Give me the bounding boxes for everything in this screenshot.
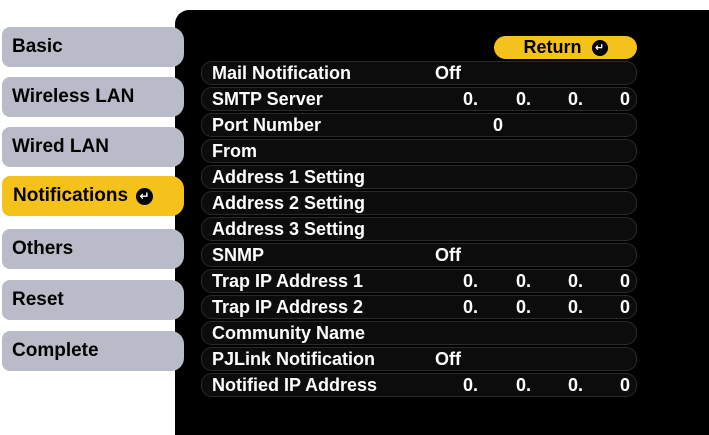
- ip-octet: 0: [620, 271, 631, 291]
- tab-reset[interactable]: Reset: [2, 280, 184, 320]
- setting-label: Port Number: [212, 115, 322, 135]
- ip-octet: 0.: [516, 271, 532, 291]
- setting-label: Community Name: [212, 323, 366, 343]
- tab-basic[interactable]: Basic: [2, 27, 184, 67]
- setting-label: Address 3 Setting: [212, 219, 366, 239]
- setting-smtp-server[interactable]: SMTP Server 0. 0. 0. 0: [201, 87, 637, 111]
- setting-label: Address 2 Setting: [212, 193, 366, 213]
- setting-trap-ip-1[interactable]: Trap IP Address 1 0. 0. 0. 0: [201, 269, 637, 293]
- enter-icon: ↵: [136, 187, 154, 205]
- ip-octet: 0.: [463, 89, 479, 109]
- ip-octet: 0.: [463, 297, 479, 317]
- ip-octet: 0.: [568, 89, 584, 109]
- setting-label: From: [212, 141, 257, 161]
- tab-label: Others: [12, 238, 74, 259]
- setting-value: 0: [493, 115, 504, 135]
- tab-complete[interactable]: Complete: [2, 331, 184, 371]
- tab-label: Reset: [12, 289, 64, 310]
- ip-octet: 0.: [568, 271, 584, 291]
- setting-address-2[interactable]: Address 2 Setting: [201, 191, 637, 215]
- tab-notifications[interactable]: Notifications ↵: [2, 176, 184, 216]
- ip-octet: 0: [620, 89, 631, 109]
- setting-value: Off: [435, 349, 461, 369]
- setting-label: Notified IP Address: [212, 375, 378, 395]
- setting-from[interactable]: From: [201, 139, 637, 163]
- tab-label: Wireless LAN: [12, 86, 135, 107]
- setting-label: Address 1 Setting: [212, 167, 366, 187]
- return-label: Return: [523, 37, 582, 57]
- setting-address-3[interactable]: Address 3 Setting: [201, 217, 637, 241]
- tab-label: Wired LAN: [12, 136, 109, 157]
- setting-value: Off: [435, 245, 461, 265]
- tab-wireless-lan[interactable]: Wireless LAN: [2, 77, 184, 117]
- setting-snmp[interactable]: SNMP Off: [201, 243, 637, 267]
- ip-octet: 0.: [516, 89, 532, 109]
- setting-label: PJLink Notification: [212, 349, 376, 369]
- tab-wired-lan[interactable]: Wired LAN: [2, 127, 184, 167]
- setting-trap-ip-2[interactable]: Trap IP Address 2 0. 0. 0. 0: [201, 295, 637, 319]
- setting-pjlink-notification[interactable]: PJLink Notification Off: [201, 347, 637, 371]
- ip-octet: 0.: [568, 297, 584, 317]
- ip-octet: 0: [620, 297, 631, 317]
- ip-octet: 0.: [463, 271, 479, 291]
- setting-label: Mail Notification: [212, 63, 351, 83]
- setting-notified-ip[interactable]: Notified IP Address 0. 0. 0. 0: [201, 373, 637, 397]
- enter-icon: ↵: [591, 39, 608, 56]
- settings-list: Mail Notification Off SMTP Server 0. 0. …: [201, 61, 637, 399]
- setting-label: Trap IP Address 1: [212, 271, 364, 291]
- tab-label: Basic: [12, 36, 63, 57]
- tab-others[interactable]: Others: [2, 229, 184, 269]
- setting-community-name[interactable]: Community Name: [201, 321, 637, 345]
- setting-label: SNMP: [212, 245, 265, 265]
- setting-address-1[interactable]: Address 1 Setting: [201, 165, 637, 189]
- setting-mail-notification[interactable]: Mail Notification Off: [201, 61, 637, 85]
- tab-label: Complete: [12, 340, 99, 361]
- ip-octet: 0.: [516, 375, 532, 395]
- ip-octet: 0: [620, 375, 631, 395]
- setting-label: SMTP Server: [212, 89, 323, 109]
- ip-octet: 0.: [516, 297, 532, 317]
- ip-octet: 0.: [463, 375, 479, 395]
- setting-label: Trap IP Address 2: [212, 297, 364, 317]
- ip-octet: 0.: [568, 375, 584, 395]
- setting-port-number[interactable]: Port Number 0: [201, 113, 637, 137]
- setting-value: Off: [435, 63, 461, 83]
- return-button[interactable]: Return ↵: [494, 36, 637, 59]
- tab-label: Notifications: [13, 185, 129, 206]
